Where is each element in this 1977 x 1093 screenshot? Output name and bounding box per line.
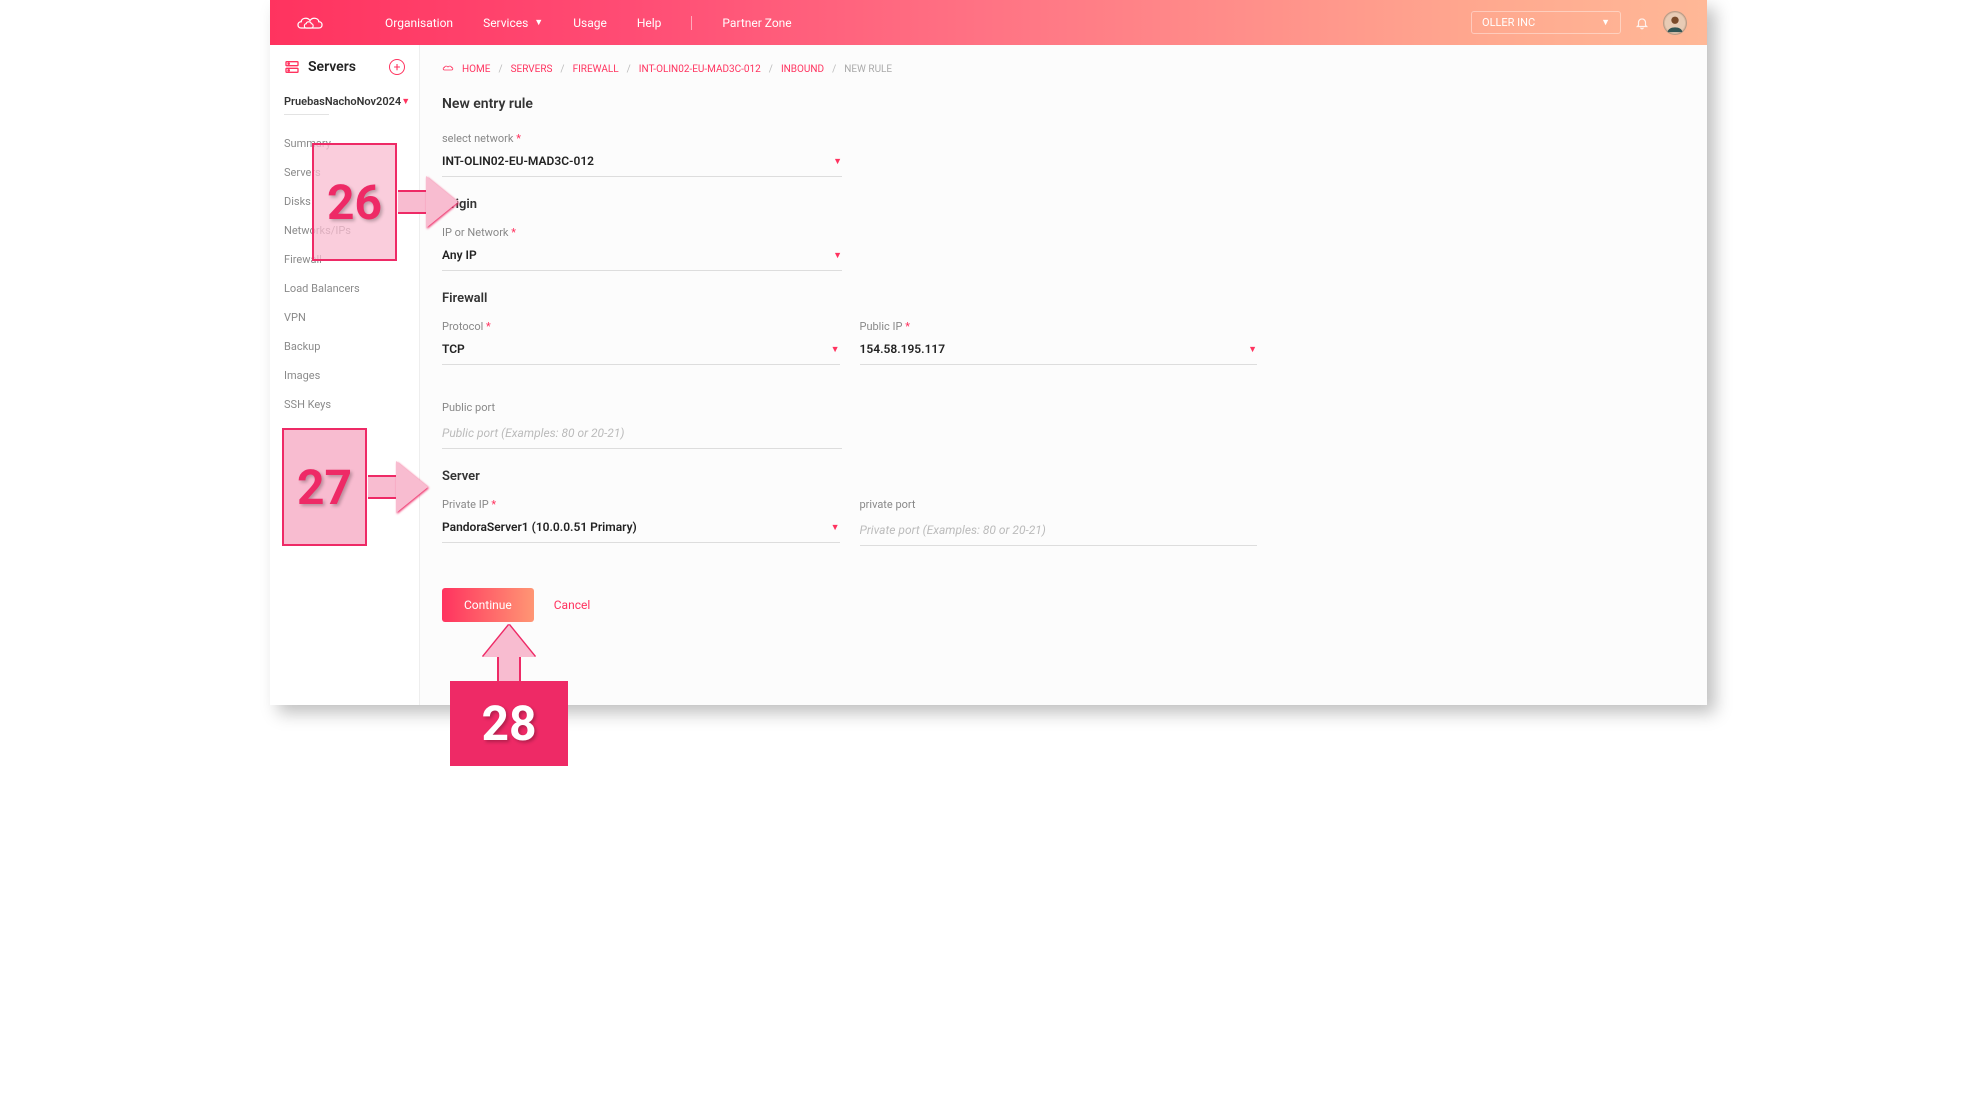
sidebar: Servers + PruebasNachoNov2024 ▼ Summary … — [270, 45, 420, 705]
logo-icon — [295, 14, 325, 32]
chevron-down-icon: ▼ — [831, 344, 840, 355]
page-title: New entry rule — [442, 96, 1685, 112]
sidebar-item-servers[interactable]: Servers — [270, 158, 419, 187]
network-select[interactable]: INT-OLIN02-EU-MAD3C-012 ▼ — [442, 151, 842, 177]
sidebar-item-firewall[interactable]: Firewall — [270, 245, 419, 274]
protocol-select[interactable]: TCP ▼ — [442, 339, 840, 365]
chevron-down-icon: ▼ — [831, 522, 840, 533]
sidebar-item-sshkeys[interactable]: SSH Keys — [270, 390, 419, 419]
protocol-label: Protocol * — [442, 320, 840, 333]
person-icon — [1664, 12, 1686, 34]
avatar[interactable] — [1663, 11, 1687, 35]
crumb-network[interactable]: INT-OLIN02-EU-MAD3C-012 — [639, 64, 761, 75]
main-content: HOME / SERVERS / FIREWALL / INT-OLIN02-E… — [420, 45, 1707, 705]
nav-separator — [691, 16, 692, 30]
breadcrumb: HOME / SERVERS / FIREWALL / INT-OLIN02-E… — [442, 63, 1685, 76]
server-icon — [284, 59, 300, 75]
project-selector[interactable]: PruebasNachoNov2024 ▼ — [270, 83, 419, 114]
continue-button[interactable]: Continue — [442, 588, 534, 622]
sidebar-item-backup[interactable]: Backup — [270, 332, 419, 361]
crumb-inbound[interactable]: INBOUND — [781, 64, 824, 75]
nav-services[interactable]: Services▼ — [483, 16, 543, 30]
sidebar-item-images[interactable]: Images — [270, 361, 419, 390]
chevron-down-icon: ▼ — [534, 17, 543, 28]
crumb-firewall[interactable]: FIREWALL — [573, 64, 619, 75]
crumb-home[interactable]: HOME — [462, 64, 490, 75]
top-header: Organisation Services▼ Usage Help Partne… — [270, 0, 1707, 45]
chevron-down-icon: ▼ — [1601, 17, 1610, 28]
sidebar-item-loadbalancers[interactable]: Load Balancers — [270, 274, 419, 303]
sidebar-item-disks[interactable]: Disks — [270, 187, 419, 216]
chevron-down-icon: ▼ — [1248, 344, 1257, 355]
nav-help[interactable]: Help — [637, 16, 662, 30]
sidebar-item-summary[interactable]: Summary — [270, 129, 419, 158]
public-ip-select[interactable]: 154.58.195.117 ▼ — [860, 339, 1258, 365]
section-origin: Origin — [442, 197, 1685, 212]
chevron-down-icon: ▼ — [401, 96, 410, 107]
cancel-button[interactable]: Cancel — [554, 598, 591, 612]
network-label: select network * — [442, 132, 842, 145]
add-button[interactable]: + — [389, 59, 405, 75]
private-port-label: private port — [860, 498, 1258, 511]
nav-organisation[interactable]: Organisation — [385, 16, 453, 30]
section-firewall: Firewall — [442, 291, 1685, 306]
nav-usage[interactable]: Usage — [573, 16, 607, 30]
section-server: Server — [442, 469, 1685, 484]
private-port-input[interactable] — [860, 517, 1258, 546]
crumb-current: NEW RULE — [844, 64, 892, 75]
sidebar-item-vpn[interactable]: VPN — [270, 303, 419, 332]
chevron-down-icon: ▼ — [833, 156, 842, 167]
sidebar-item-networks[interactable]: Networks/IPs — [270, 216, 419, 245]
chevron-down-icon: ▼ — [833, 250, 842, 261]
private-ip-label: Private IP * — [442, 498, 840, 511]
public-port-label: Public port — [442, 401, 842, 414]
crumb-servers[interactable]: SERVERS — [511, 64, 553, 75]
origin-ip-label: IP or Network * — [442, 226, 842, 239]
private-ip-select[interactable]: PandoraServer1 (10.0.0.51 Primary) ▼ — [442, 517, 840, 543]
public-port-input[interactable] — [442, 420, 842, 449]
public-ip-label: Public IP * — [860, 320, 1258, 333]
bell-icon[interactable] — [1635, 16, 1649, 30]
sidebar-title: Servers — [308, 59, 356, 75]
origin-ip-select[interactable]: Any IP ▼ — [442, 245, 842, 271]
home-icon — [442, 63, 454, 76]
nav-partner[interactable]: Partner Zone — [722, 16, 791, 30]
org-selector[interactable]: OLLER INC ▼ — [1471, 11, 1621, 34]
